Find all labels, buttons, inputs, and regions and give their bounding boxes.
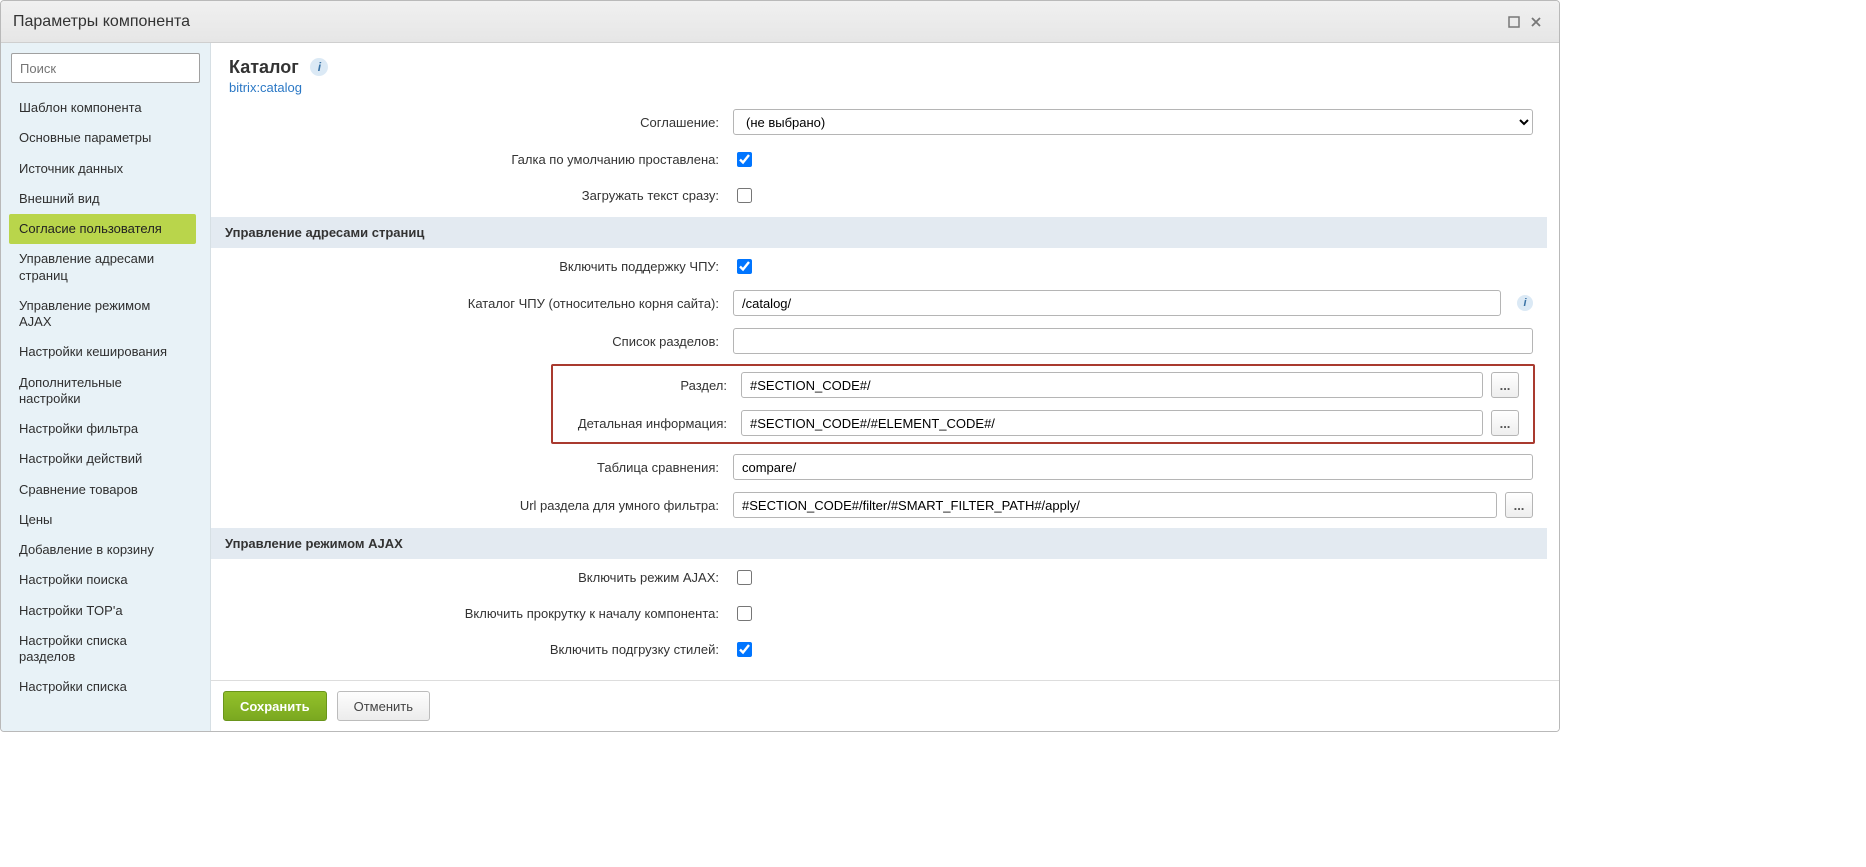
component-params-window: Параметры компонента Шаблон компонентаОс… [0, 0, 1560, 732]
search-input[interactable] [12, 54, 199, 82]
detail-input[interactable] [741, 410, 1483, 436]
sidebar: Шаблон компонентаОсновные параметрыИсточ… [1, 43, 211, 731]
label-compare: Таблица сравнения: [225, 460, 733, 475]
component-code: bitrix:catalog [229, 80, 1541, 95]
header: Каталог i bitrix:catalog [211, 43, 1559, 103]
maximize-icon[interactable] [1503, 11, 1525, 33]
label-sef-enable: Включить поддержку ЧПУ: [225, 259, 733, 274]
row-compare: Таблица сравнения: [211, 448, 1547, 486]
sidebar-item-8[interactable]: Дополнительные настройки [9, 368, 196, 415]
sidebar-item-15[interactable]: Настройки TOP'a [9, 596, 196, 626]
label-sef-folder: Каталог ЧПУ (относительно корня сайта): [225, 296, 733, 311]
row-agreement: Соглашение: (не выбрано) [211, 103, 1547, 141]
highlighted-rows: Раздел: ... Детальная информация: ... [551, 364, 1535, 444]
label-ajax-styles: Включить подгрузку стилей: [225, 642, 733, 657]
sidebar-item-16[interactable]: Настройки списка разделов [9, 626, 196, 673]
content-scroll[interactable]: Соглашение: (не выбрано) Галка по умолча… [211, 103, 1559, 680]
sidebar-item-0[interactable]: Шаблон компонента [9, 93, 196, 123]
sef-folder-input[interactable] [733, 290, 1501, 316]
close-icon[interactable] [1525, 11, 1547, 33]
row-sef-enable: Включить поддержку ЧПУ: [211, 248, 1547, 284]
ajax-styles-checkbox[interactable] [737, 642, 752, 657]
sidebar-item-6[interactable]: Управление режимом AJAX [9, 291, 196, 338]
sidebar-item-11[interactable]: Сравнение товаров [9, 475, 196, 505]
sidebar-item-17[interactable]: Настройки списка [9, 672, 196, 702]
sidebar-item-2[interactable]: Источник данных [9, 154, 196, 184]
row-ajax-scroll: Включить прокрутку к началу компонента: [211, 595, 1547, 631]
main: Каталог i bitrix:catalog Соглашение: (не… [211, 43, 1559, 731]
search-box [11, 53, 200, 83]
row-sef-folder: Каталог ЧПУ (относительно корня сайта): … [211, 284, 1547, 322]
label-section: Раздел: [567, 378, 741, 393]
section-input[interactable] [741, 372, 1483, 398]
smart-filter-input[interactable] [733, 492, 1497, 518]
label-sections: Список разделов: [225, 334, 733, 349]
load-immediately-checkbox[interactable] [737, 188, 752, 203]
label-ajax-scroll: Включить прокрутку к началу компонента: [225, 606, 733, 621]
row-detail: Детальная информация: ... [553, 404, 1533, 442]
sidebar-item-1[interactable]: Основные параметры [9, 123, 196, 153]
label-detail: Детальная информация: [567, 416, 741, 431]
row-default-checked: Галка по умолчанию проставлена: [211, 141, 1547, 177]
label-agreement: Соглашение: [225, 115, 733, 130]
sidebar-item-3[interactable]: Внешний вид [9, 184, 196, 214]
row-load-immediately: Загружать текст сразу: [211, 177, 1547, 213]
row-sections: Список разделов: [211, 322, 1547, 360]
row-ajax-enable: Включить режим AJAX: [211, 559, 1547, 595]
sidebar-item-5[interactable]: Управление адресами страниц [9, 244, 196, 291]
section-ajax-heading: Управление режимом AJAX [211, 528, 1547, 559]
detail-lookup-button[interactable]: ... [1491, 410, 1519, 436]
label-load-immediately: Загружать текст сразу: [225, 188, 733, 203]
sidebar-item-10[interactable]: Настройки действий [9, 444, 196, 474]
agreement-select[interactable]: (не выбрано) [733, 109, 1533, 135]
ajax-enable-checkbox[interactable] [737, 570, 752, 585]
label-ajax-enable: Включить режим AJAX: [225, 570, 733, 585]
section-lookup-button[interactable]: ... [1491, 372, 1519, 398]
sidebar-scroll[interactable]: Шаблон компонентаОсновные параметрыИсточ… [9, 93, 202, 723]
row-ajax-styles: Включить подгрузку стилей: [211, 631, 1547, 667]
sections-input[interactable] [733, 328, 1533, 354]
section-url-heading: Управление адресами страниц [211, 217, 1547, 248]
page-title: Каталог [229, 57, 299, 78]
sidebar-item-7[interactable]: Настройки кеширования [9, 337, 196, 367]
titlebar: Параметры компонента [1, 1, 1559, 43]
footer: Сохранить Отменить [211, 680, 1559, 731]
default-checked-checkbox[interactable] [737, 152, 752, 167]
compare-input[interactable] [733, 454, 1533, 480]
smart-filter-lookup-button[interactable]: ... [1505, 492, 1533, 518]
sidebar-item-13[interactable]: Добавление в корзину [9, 535, 196, 565]
row-section: Раздел: ... [553, 366, 1533, 404]
sidebar-item-9[interactable]: Настройки фильтра [9, 414, 196, 444]
cancel-button[interactable]: Отменить [337, 691, 430, 721]
ajax-scroll-checkbox[interactable] [737, 606, 752, 621]
info-icon[interactable]: i [310, 58, 328, 76]
info-icon[interactable]: i [1517, 295, 1533, 311]
label-smart-filter: Url раздела для умного фильтра: [225, 498, 733, 513]
sidebar-item-4[interactable]: Согласие пользователя [9, 214, 196, 244]
save-button[interactable]: Сохранить [223, 691, 327, 721]
window-title: Параметры компонента [13, 13, 190, 31]
label-default-checked: Галка по умолчанию проставлена: [225, 152, 733, 167]
sidebar-item-12[interactable]: Цены [9, 505, 196, 535]
row-smart-filter: Url раздела для умного фильтра: ... [211, 486, 1547, 524]
sef-enable-checkbox[interactable] [737, 259, 752, 274]
sidebar-item-14[interactable]: Настройки поиска [9, 565, 196, 595]
